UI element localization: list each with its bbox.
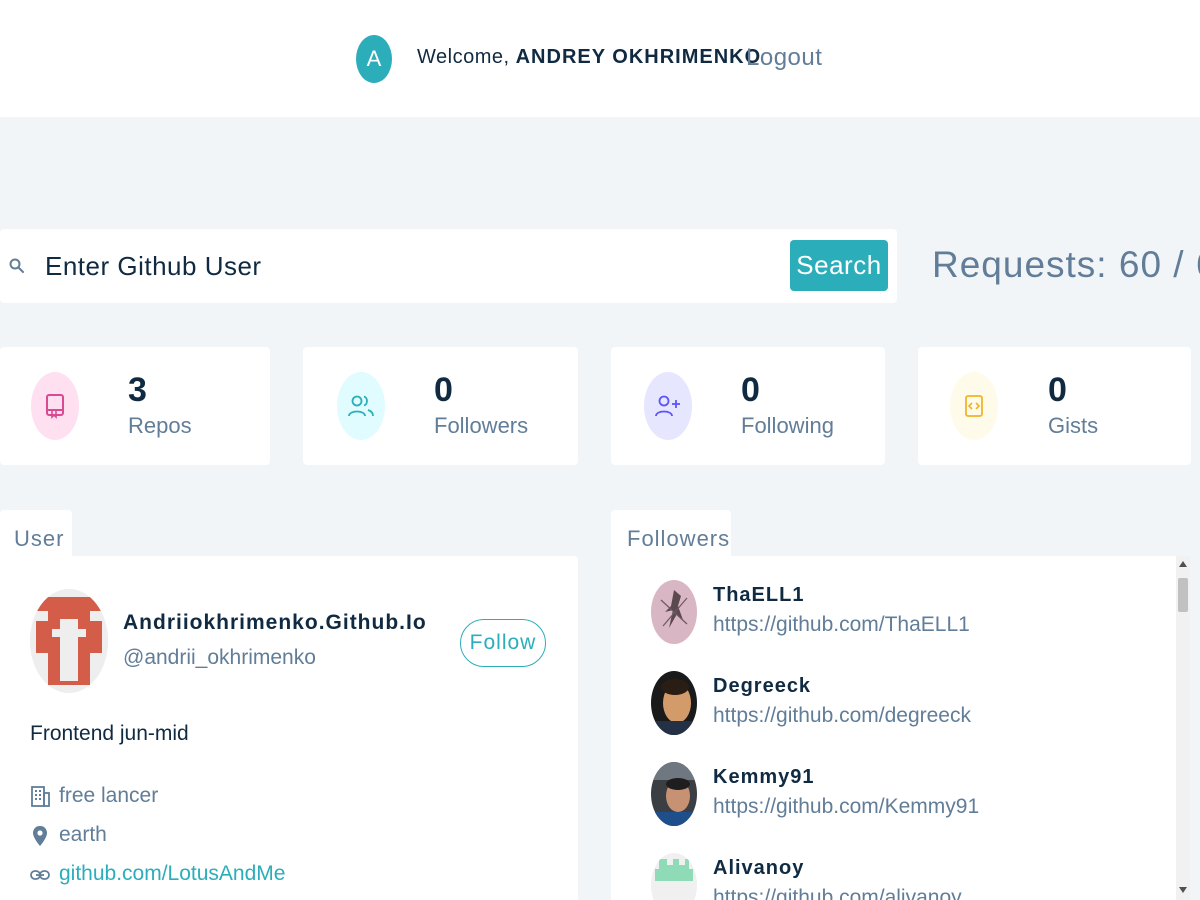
user-plus-icon — [644, 372, 692, 440]
stat-card-followers: 0 Followers — [303, 347, 578, 465]
scroll-down-arrow-icon[interactable] — [1176, 884, 1190, 896]
user-bio: Frontend jun-mid — [30, 722, 189, 745]
search-input[interactable] — [45, 246, 765, 286]
user-avatar — [30, 589, 108, 693]
search-button[interactable]: Search — [790, 240, 888, 291]
follower-name: Degreeck — [713, 675, 812, 697]
followers-scrollbar[interactable] — [1176, 556, 1190, 900]
logout-button[interactable]: Logout — [746, 44, 822, 72]
scroll-up-arrow-icon[interactable] — [1176, 558, 1190, 570]
stat-label: Gists — [1048, 413, 1099, 438]
welcome-prefix: Welcome, — [417, 46, 510, 68]
stat-card-following: 0 Following — [611, 347, 885, 465]
user-company: free lancer — [59, 784, 159, 807]
followers-panel-tab: Followers — [611, 510, 731, 560]
follower-avatar — [651, 671, 697, 735]
repo-book-icon — [31, 372, 79, 440]
follower-avatar — [651, 762, 697, 826]
scrollbar-thumb[interactable] — [1178, 578, 1188, 612]
user-panel-tab: User — [0, 510, 72, 560]
stat-value: 0 — [1048, 371, 1067, 409]
stat-value: 0 — [741, 371, 760, 409]
search-icon — [9, 258, 24, 273]
welcome-text: Welcome, ANDREY OKHRIMENKO — [417, 46, 761, 69]
follower-name: Alivanoy — [713, 857, 805, 879]
stat-value: 3 — [128, 371, 147, 409]
user-blog-link[interactable]: github.com/LotusAndMe — [59, 862, 285, 885]
follower-avatar — [651, 580, 697, 644]
location-pin-icon — [33, 826, 47, 846]
follower-url[interactable]: https://github.com/degreeck — [713, 704, 971, 728]
user-full-name: Andriiokhrimenko.Github.Io — [123, 611, 427, 634]
stat-label: Repos — [128, 413, 192, 438]
users-icon — [337, 372, 385, 440]
followers-list: ThaELL1 https://github.com/ThaELL1 Degre… — [611, 556, 1176, 900]
welcome-user-name: ANDREY OKHRIMENKO — [515, 46, 762, 68]
stat-label: Following — [741, 413, 834, 438]
stat-card-gists: 0 Gists — [918, 347, 1191, 465]
requests-counter: Requests: 60 / 60 — [932, 244, 1200, 285]
follower-url[interactable]: https://github.com/alivanoy — [713, 886, 962, 900]
stat-card-repos: 3 Repos — [0, 347, 270, 465]
navbar: A Welcome, ANDREY OKHRIMENKO Logout — [0, 0, 1200, 117]
stat-value: 0 — [434, 371, 453, 409]
user-blog: github.com/LotusAndMe — [59, 862, 285, 886]
user-handle: @andrii_okhrimenko — [123, 646, 316, 669]
building-icon — [31, 786, 50, 807]
follower-name: Kemmy91 — [713, 766, 815, 788]
user-location: earth — [59, 823, 107, 846]
follow-button[interactable]: Follow — [460, 619, 546, 667]
follower-url[interactable]: https://github.com/ThaELL1 — [713, 613, 970, 637]
user-avatar-initial: A — [356, 35, 392, 83]
stat-label: Followers — [434, 413, 529, 438]
follower-url[interactable]: https://github.com/Kemmy91 — [713, 795, 979, 819]
follower-name: ThaELL1 — [713, 584, 805, 606]
code-icon — [950, 372, 998, 440]
follower-avatar — [651, 853, 697, 900]
link-icon — [30, 870, 50, 880]
